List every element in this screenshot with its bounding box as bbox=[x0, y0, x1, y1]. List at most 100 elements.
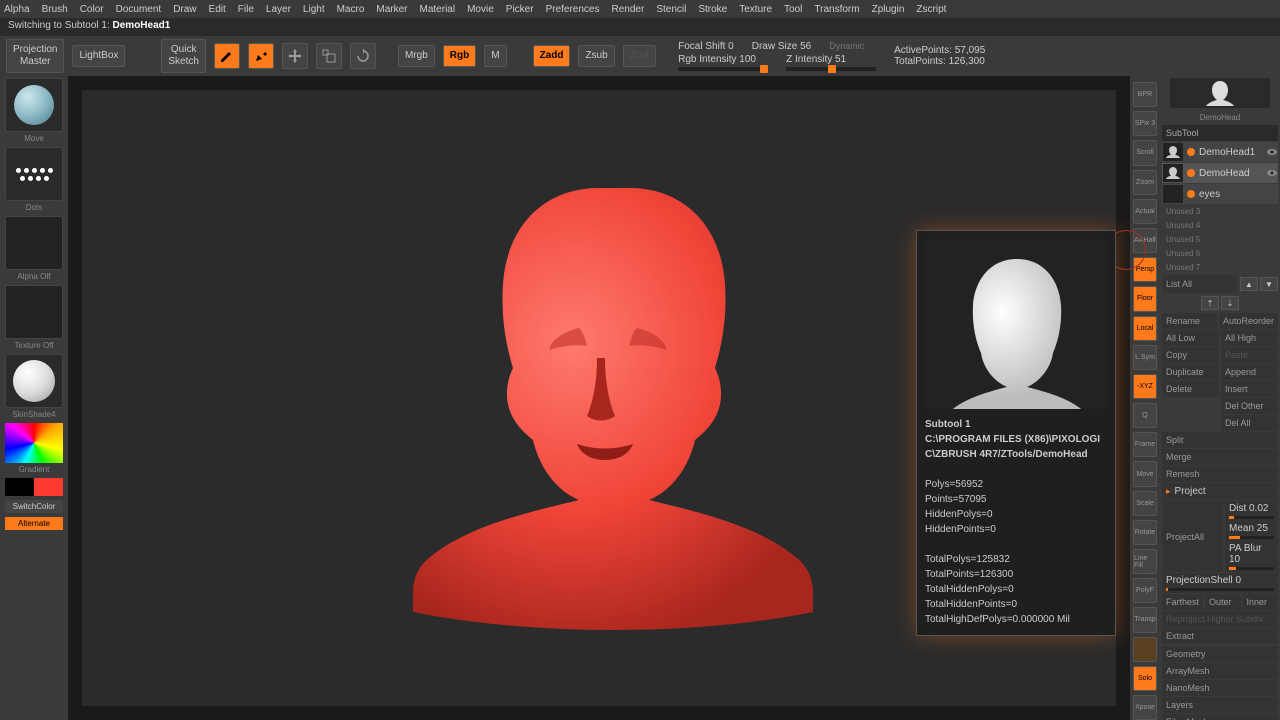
outer-button[interactable]: Outer bbox=[1205, 594, 1241, 610]
merge-header[interactable]: Merge bbox=[1162, 449, 1278, 465]
menu-zscript[interactable]: Zscript bbox=[916, 4, 946, 15]
menu-color[interactable]: Color bbox=[80, 4, 104, 15]
subtool-row-1[interactable]: DemoHead bbox=[1162, 163, 1278, 183]
menu-texture[interactable]: Texture bbox=[739, 4, 772, 15]
quicksketch-button[interactable]: Quick Sketch bbox=[161, 39, 206, 73]
mrgb-button[interactable]: Mrgb bbox=[398, 45, 435, 67]
color-picker[interactable] bbox=[5, 423, 63, 463]
brush-slot[interactable] bbox=[5, 78, 63, 132]
inner-button[interactable]: Inner bbox=[1243, 594, 1279, 610]
down-icon[interactable]: ▼ bbox=[1260, 277, 1278, 291]
delete-button[interactable]: Delete bbox=[1162, 381, 1219, 397]
floor-button[interactable]: Floor bbox=[1133, 286, 1157, 311]
material-slot[interactable] bbox=[5, 354, 63, 408]
menu-draw[interactable]: Draw bbox=[173, 4, 196, 15]
listall-button[interactable]: List All bbox=[1162, 275, 1238, 293]
menu-layer[interactable]: Layer bbox=[266, 4, 291, 15]
menu-preferences[interactable]: Preferences bbox=[546, 4, 600, 15]
menu-zplugin[interactable]: Zplugin bbox=[872, 4, 905, 15]
menu-stencil[interactable]: Stencil bbox=[656, 4, 686, 15]
texture-slot[interactable] bbox=[5, 285, 63, 339]
farthest-button[interactable]: Farthest bbox=[1162, 594, 1203, 610]
up-icon[interactable]: ▲ bbox=[1240, 277, 1258, 291]
local-button[interactable]: Local bbox=[1133, 316, 1157, 341]
zoom-button[interactable]: Zoom bbox=[1133, 170, 1157, 195]
rgb-intensity-slider[interactable]: Rgb Intensity 100 bbox=[678, 54, 768, 71]
paste-button[interactable]: Paste bbox=[1221, 347, 1278, 363]
move-button[interactable] bbox=[282, 43, 308, 69]
copy-button[interactable]: Copy bbox=[1162, 347, 1219, 363]
allhigh-button[interactable]: All High bbox=[1221, 330, 1278, 346]
mean-slider[interactable]: Mean 25 bbox=[1225, 521, 1278, 541]
duplicate-button[interactable]: Duplicate bbox=[1162, 364, 1219, 380]
dist-slider[interactable]: Dist 0.02 bbox=[1225, 501, 1278, 521]
frame-button[interactable]: Frame bbox=[1133, 432, 1157, 457]
eye-icon[interactable] bbox=[1267, 147, 1277, 157]
xyz-button[interactable]: -XYZ bbox=[1133, 374, 1157, 399]
q-button[interactable]: Q bbox=[1133, 403, 1157, 428]
autoreorder-button[interactable]: AutoReorder bbox=[1219, 313, 1278, 329]
menu-marker[interactable]: Marker bbox=[376, 4, 407, 15]
move-nav-button[interactable]: Move bbox=[1133, 461, 1157, 486]
edit-button[interactable] bbox=[214, 43, 240, 69]
menu-stroke[interactable]: Stroke bbox=[698, 4, 727, 15]
projection-master-button[interactable]: Projection Master bbox=[6, 39, 64, 73]
solo-button[interactable]: Solo bbox=[1133, 666, 1157, 691]
draw-button[interactable] bbox=[248, 43, 274, 69]
lightbox-button[interactable]: LightBox bbox=[72, 45, 125, 67]
zadd-button[interactable]: Zadd bbox=[533, 45, 571, 67]
insert-button[interactable]: Insert bbox=[1221, 381, 1278, 397]
menu-brush[interactable]: Brush bbox=[42, 4, 68, 15]
extract-header[interactable]: Extract bbox=[1162, 628, 1278, 644]
alllow-button[interactable]: All Low bbox=[1162, 330, 1219, 346]
menu-light[interactable]: Light bbox=[303, 4, 325, 15]
focal-shift-slider[interactable]: Focal Shift 0 bbox=[678, 41, 734, 52]
projectall-button[interactable]: ProjectAll bbox=[1162, 501, 1223, 572]
zsub-button[interactable]: Zsub bbox=[578, 45, 614, 67]
fibermesh-header[interactable]: FiberMesh bbox=[1162, 714, 1278, 720]
delall-button[interactable]: Del All bbox=[1221, 415, 1278, 431]
menu-edit[interactable]: Edit bbox=[209, 4, 226, 15]
stroke-slot[interactable] bbox=[5, 147, 63, 201]
menu-alpha[interactable]: Alpha bbox=[4, 4, 30, 15]
menu-movie[interactable]: Movie bbox=[467, 4, 494, 15]
menu-transform[interactable]: Transform bbox=[814, 4, 859, 15]
dynamic-toggle[interactable]: Dynamic bbox=[829, 41, 864, 52]
rotate-button[interactable] bbox=[350, 43, 376, 69]
projshell-slider[interactable]: ProjectionShell 0 bbox=[1162, 573, 1278, 593]
switchcolor-button[interactable]: SwitchColor bbox=[5, 500, 63, 513]
moveup-icon[interactable]: ⇡ bbox=[1201, 296, 1219, 310]
polyf-button[interactable]: PolyF bbox=[1133, 578, 1157, 603]
lsym-button[interactable]: L.Sym bbox=[1133, 345, 1157, 370]
menu-document[interactable]: Document bbox=[116, 4, 162, 15]
rename-button[interactable]: Rename bbox=[1162, 313, 1217, 329]
append-button[interactable]: Append bbox=[1221, 364, 1278, 380]
menu-file[interactable]: File bbox=[238, 4, 254, 15]
alpha-slot[interactable] bbox=[5, 216, 63, 270]
menu-tool[interactable]: Tool bbox=[784, 4, 802, 15]
rgb-button[interactable]: Rgb bbox=[443, 45, 476, 67]
alternate-button[interactable]: Alternate bbox=[5, 517, 63, 530]
project-header[interactable]: ▸ Project bbox=[1162, 483, 1278, 500]
subtool-row-2[interactable]: eyes bbox=[1162, 184, 1278, 204]
arraymesh-header[interactable]: ArrayMesh bbox=[1162, 663, 1278, 679]
rotate-nav-button[interactable]: Rotate bbox=[1133, 520, 1157, 545]
linefill-button[interactable]: Line Fill bbox=[1133, 549, 1157, 574]
drawsize-slider[interactable]: Draw Size 56 bbox=[752, 41, 811, 52]
menu-material[interactable]: Material bbox=[420, 4, 456, 15]
spix-button[interactable]: SPix 3 bbox=[1133, 111, 1157, 136]
menu-picker[interactable]: Picker bbox=[506, 4, 534, 15]
bpr-button[interactable]: BPR bbox=[1133, 82, 1157, 107]
geometry-header[interactable]: Geometry bbox=[1162, 646, 1278, 662]
scale-nav-button[interactable]: Scale bbox=[1133, 491, 1157, 516]
tool-thumbnail[interactable] bbox=[1170, 78, 1270, 108]
menu-render[interactable]: Render bbox=[612, 4, 645, 15]
viewport[interactable]: Subtool 1 C:\PROGRAM FILES (X86)\PIXOLOG… bbox=[80, 88, 1118, 708]
m-button[interactable]: M bbox=[484, 45, 506, 67]
movedown-icon[interactable]: ⇣ bbox=[1221, 296, 1239, 310]
eye-icon[interactable] bbox=[1267, 168, 1277, 178]
xpose-button[interactable]: Xpose bbox=[1133, 695, 1157, 720]
pablur-slider[interactable]: PA Blur 10 bbox=[1225, 541, 1278, 572]
actual-button[interactable]: Actual bbox=[1133, 199, 1157, 224]
split-header[interactable]: Split bbox=[1162, 432, 1278, 448]
